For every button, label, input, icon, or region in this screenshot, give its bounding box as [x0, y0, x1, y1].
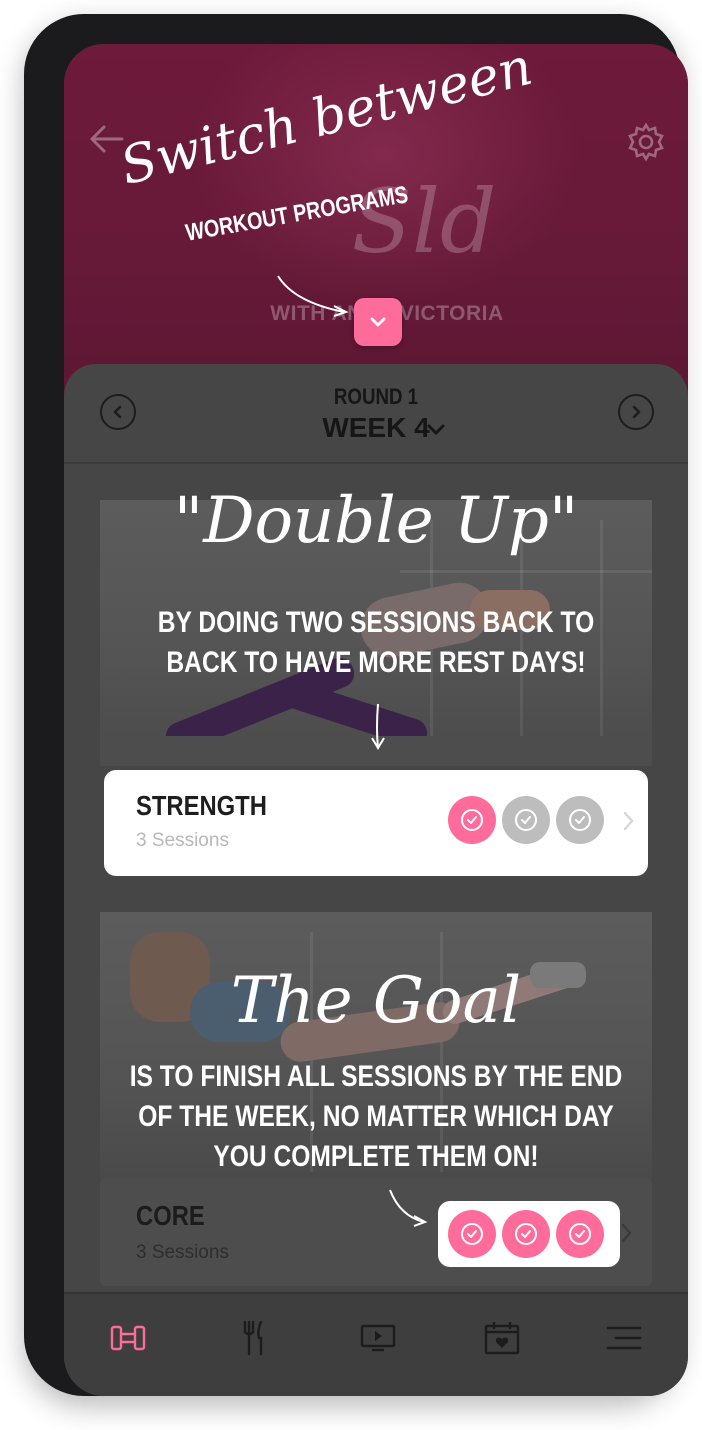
annotation-goal-caps-1: IS TO FINISH ALL SESSIONS BY THE END [129, 1060, 623, 1093]
bottom-tab-bar [64, 1292, 688, 1396]
session-check-completed[interactable] [448, 796, 496, 844]
video-play-icon [360, 1324, 396, 1352]
annotation-goal-script: The Goal [230, 964, 522, 1038]
check-icon [521, 816, 531, 824]
core-progress-highlight [438, 1201, 620, 1267]
annotation-goal-caps-2: OF THE WEEK, NO MATTER WHICH DAY [138, 1100, 614, 1133]
session-title: STRENGTH [136, 790, 267, 821]
check-icon [575, 1230, 585, 1238]
previous-week-button[interactable] [100, 394, 136, 430]
annotation-goal-caps-3: YOU COMPLETE THEM ON! [213, 1140, 539, 1173]
next-week-button[interactable] [618, 394, 654, 430]
tab-menu[interactable] [602, 1316, 646, 1360]
check-icon [467, 816, 477, 824]
annotation-double-caps-1: BY DOING TWO SESSIONS BACK TO [157, 606, 595, 639]
annotation-double-caps-2: BACK TO HAVE MORE REST DAYS! [166, 646, 586, 679]
session-check-pending[interactable] [502, 796, 550, 844]
annotation-arrow-icon [371, 703, 385, 750]
session-check-completed[interactable] [556, 1210, 604, 1258]
app-screen: Sld WITH ANNA VICTORIA ROUND 1 WEEK 4 [64, 44, 688, 1396]
gear-icon[interactable] [626, 122, 666, 162]
tab-calendar[interactable] [480, 1316, 524, 1360]
menu-icon [606, 1326, 642, 1350]
session-count: 3 Sessions [136, 1242, 229, 1263]
session-check-pending[interactable] [556, 796, 604, 844]
chevron-right-icon[interactable] [622, 810, 636, 832]
check-icon [467, 1230, 477, 1238]
annotation-double-script: "Double Up" [173, 484, 579, 558]
phone-frame: Sld WITH ANNA VICTORIA ROUND 1 WEEK 4 [24, 14, 688, 1396]
check-icon [575, 816, 585, 824]
week-label[interactable]: WEEK 4 [276, 412, 476, 444]
annotation-arrow-icon [389, 1189, 428, 1227]
chevron-right-icon[interactable] [620, 1222, 634, 1244]
calendar-heart-icon [484, 1322, 520, 1355]
tab-workouts[interactable] [106, 1316, 150, 1360]
session-title: CORE [136, 1200, 205, 1231]
check-icon [521, 1230, 531, 1238]
tab-videos[interactable] [356, 1316, 400, 1360]
fork-knife-icon [243, 1320, 263, 1356]
program-switch-button[interactable] [354, 298, 402, 346]
annotation-arrow-icon [277, 275, 349, 317]
tab-nutrition[interactable] [232, 1316, 276, 1360]
chevron-down-icon [370, 317, 386, 327]
session-check-completed[interactable] [448, 1210, 496, 1258]
program-logo: Sld [351, 170, 497, 273]
week-dropdown-chevron-icon[interactable] [426, 422, 446, 438]
strength-session-card[interactable]: STRENGTH 3 Sessions [104, 770, 648, 876]
round-label: ROUND 1 [333, 384, 419, 409]
session-check-completed[interactable] [502, 1210, 550, 1258]
chevron-right-icon [632, 405, 641, 419]
session-count: 3 Sessions [136, 830, 229, 851]
week-selector: ROUND 1 WEEK 4 [64, 364, 688, 464]
chevron-left-icon [113, 405, 122, 419]
dumbbell-icon [110, 1325, 146, 1351]
